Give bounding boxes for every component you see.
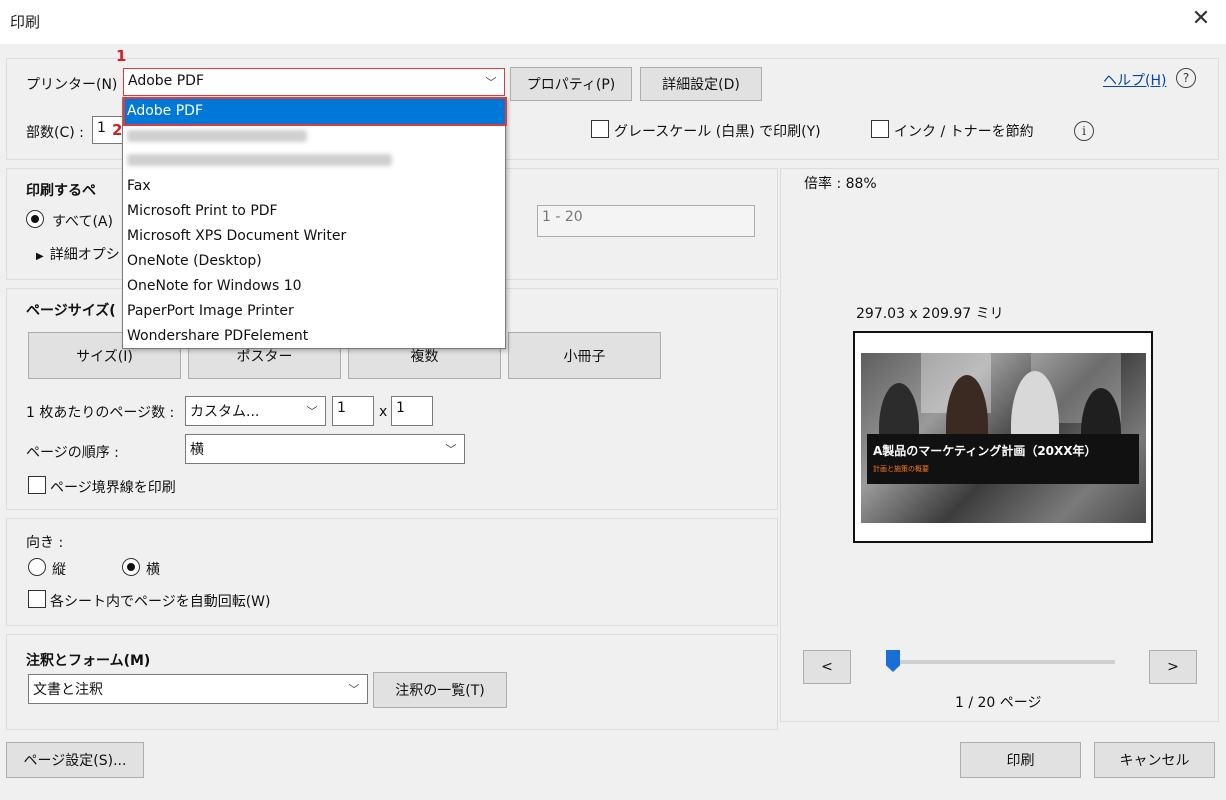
info-icon[interactable]: i [1074,121,1094,141]
help-icon[interactable]: ? [1176,68,1196,88]
orientation-label: 向き : [26,535,64,551]
previous-page-button[interactable]: < [803,650,851,684]
expand-triangle-icon: ▶ [36,251,44,262]
save-ink-label: インク / トナーを節約 [894,124,1034,140]
page-size-readout: 297.03 x 209.97 ミリ [856,306,1004,322]
cancel-button[interactable]: キャンセル [1094,742,1215,778]
page-size-section-title: ページサイズ( [26,303,116,319]
next-page-button[interactable]: > [1149,650,1197,684]
auto-rotate-checkbox[interactable] [28,590,46,608]
slide-subtitle: 計画と施策の概要 [873,465,929,473]
booklet-button[interactable]: 小冊子 [508,332,661,379]
page-preview: A製品のマーケティング計画（20XX年） 計画と施策の概要 [853,331,1153,543]
title-bar [0,0,1226,44]
page-indicator: 1 / 20 ページ [955,695,1042,711]
chevron-down-icon: ﹀ [485,76,497,89]
redacted-printer-option-2[interactable] [127,154,392,166]
print-button[interactable]: 印刷 [960,742,1081,778]
slide-title-banner: A製品のマーケティング計画（20XX年） 計画と施策の概要 [867,434,1139,484]
landscape-radio[interactable] [122,558,140,576]
annotations-title: 注釈とフォーム(M) [26,653,151,669]
page-slider-track[interactable] [887,660,1115,664]
printer-option-ms-xps[interactable]: Microsoft XPS Document Writer [127,224,346,249]
rows-input[interactable]: 1 [391,396,433,426]
landscape-label: 横 [146,562,160,578]
help-link[interactable]: ヘルプ(H) [1103,70,1166,90]
redacted-printer-option-1[interactable] [127,130,307,142]
all-pages-label: すべて(A) [52,214,113,230]
times-label: x [379,404,388,420]
page-order-select[interactable]: 横 ﹀ [185,434,465,464]
auto-rotate-label: 各シート内でページを自動回転(W) [50,594,271,610]
chevron-down-icon: ﹀ [306,405,318,418]
properties-button[interactable]: プロパティ(P) [510,67,632,101]
grayscale-label: グレースケール (白黒) で印刷(Y) [614,124,821,140]
print-borders-label: ページ境界線を印刷 [50,480,176,496]
pages-per-sheet-value: カスタム... [190,404,260,420]
advanced-settings-button[interactable]: 詳細設定(D) [640,67,762,101]
columns-input[interactable]: 1 [332,396,374,426]
annotations-summary-button[interactable]: 注釈の一覧(T) [373,672,507,708]
zoom-label: 倍率 : 88% [804,176,877,192]
pages-section-title: 印刷するペ [26,183,96,199]
printer-option-adobe-pdf[interactable]: Adobe PDF [123,97,507,126]
portrait-label: 縦 [52,562,66,578]
chevron-down-icon: ﹀ [348,683,360,696]
more-options-label: 詳細オプシ [49,247,120,263]
printer-selected-value: Adobe PDF [128,73,205,89]
printer-select[interactable]: Adobe PDF ﹀ [123,68,505,96]
printer-label: プリンター(N) : [26,77,127,93]
callout-1: 1 [116,47,127,65]
printer-option-onenote-desktop[interactable]: OneNote (Desktop) [127,249,262,274]
more-options-toggle[interactable]: ▶ 詳細オプシ [36,244,120,264]
printer-option-wondershare[interactable]: Wondershare PDFelement [127,324,308,349]
annotations-value: 文書と注釈 [33,682,103,698]
printer-option-onenote-win10[interactable]: OneNote for Windows 10 [127,274,302,299]
all-pages-radio[interactable] [26,210,44,228]
chevron-down-icon: ﹀ [445,443,457,456]
pages-per-sheet-select[interactable]: カスタム... ﹀ [185,396,326,426]
print-borders-checkbox[interactable] [28,476,46,494]
pages-per-sheet-label: 1 枚あたりのページ数 : [26,405,175,421]
callout-2: 2 [112,121,123,139]
portrait-radio[interactable] [28,558,46,576]
printer-option-fax[interactable]: Fax [127,174,151,199]
window-title: 印刷 [10,13,41,31]
printer-option-ms-print-to-pdf[interactable]: Microsoft Print to PDF [127,199,278,224]
page-order-value: 横 [190,442,204,458]
annotations-select[interactable]: 文書と注釈 ﹀ [28,674,368,704]
printer-dropdown-list: Adobe PDF Fax Microsoft Print to PDF Mic… [122,97,507,349]
page-order-label: ページの順序 : [26,445,119,461]
slide-title: A製品のマーケティング計画（20XX年） [873,444,1097,458]
save-ink-checkbox[interactable] [871,120,889,138]
copies-label: 部数(C) : [26,125,84,141]
grayscale-checkbox[interactable] [591,120,609,138]
printer-option-paperport[interactable]: PaperPort Image Printer [127,299,294,324]
page-setup-button[interactable]: ページ設定(S)... [6,742,144,778]
page-range-input[interactable]: 1 - 20 [537,205,755,237]
close-icon[interactable]: ✕ [1190,8,1212,30]
